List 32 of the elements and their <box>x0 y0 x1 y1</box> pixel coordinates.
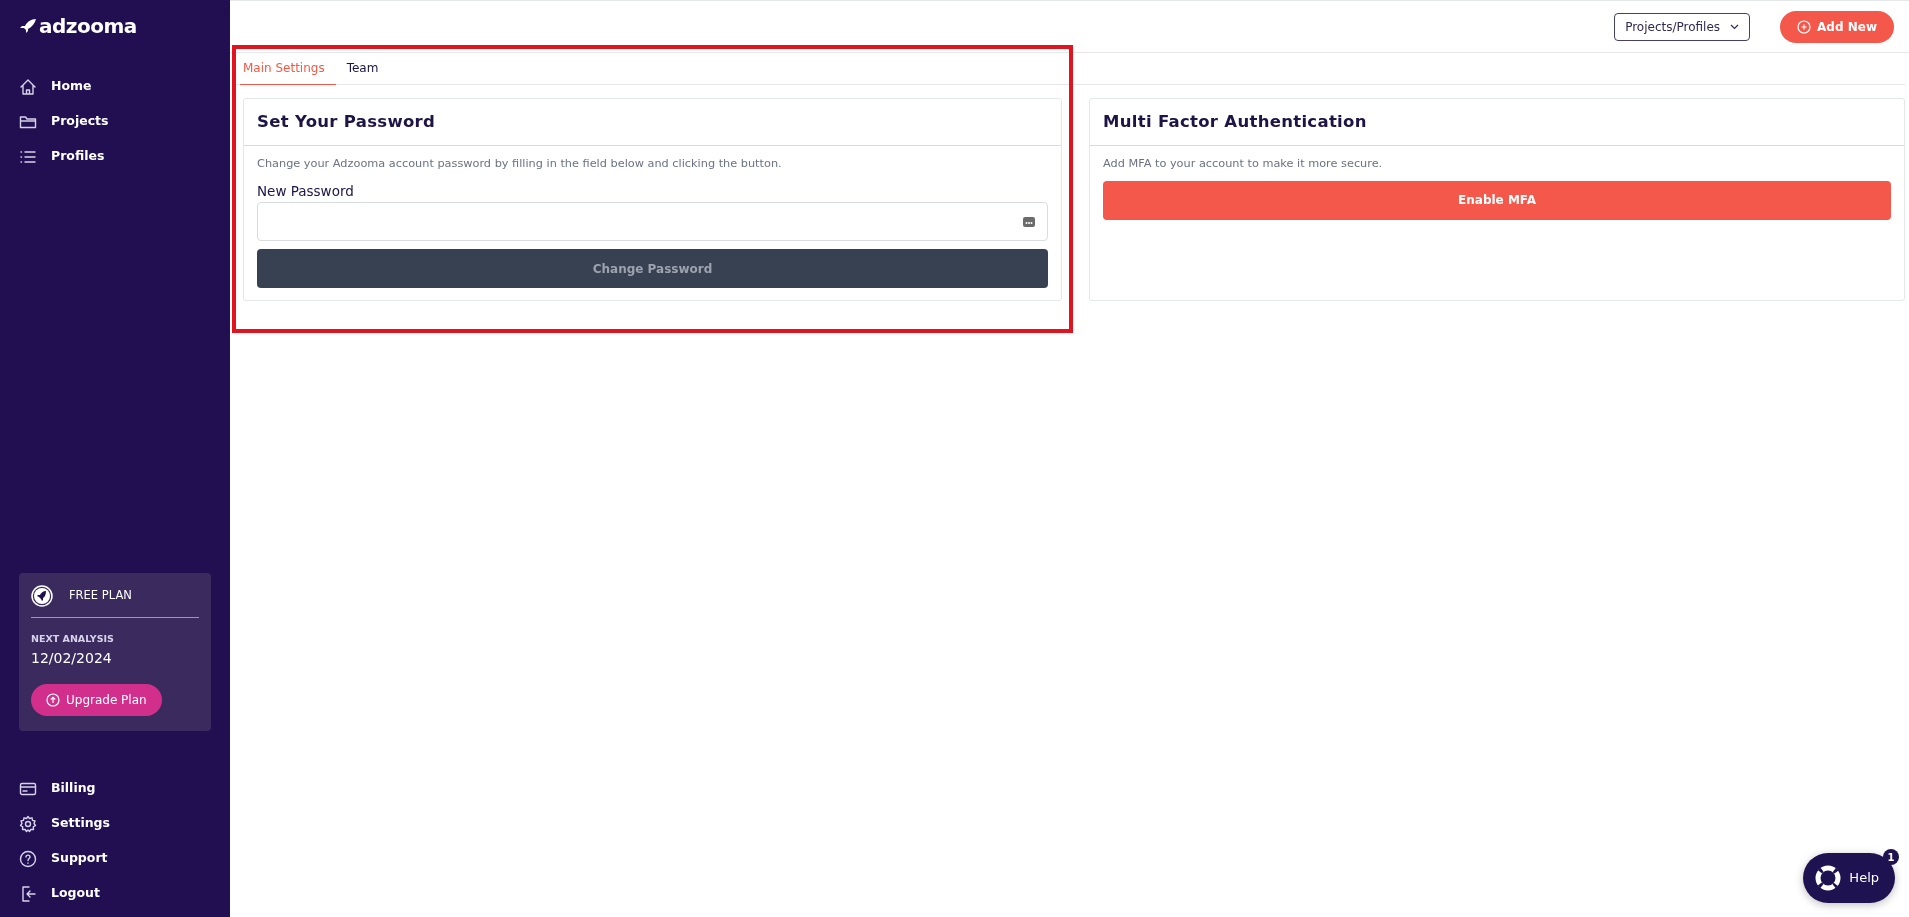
nav-link[interactable]: Profiles <box>19 139 211 174</box>
card-description: Change your Adzooma account password by filling in the field below and clicking the button. <box>257 156 783 172</box>
card-title: Multi Factor Authentication <box>1090 99 1904 146</box>
nav-link[interactable]: Logout <box>19 876 211 911</box>
field-label: New Password <box>257 181 355 201</box>
rocket-icon <box>19 18 37 34</box>
chevron-down-icon <box>1730 23 1740 30</box>
lifebuoy-icon <box>1815 865 1842 891</box>
nav-link[interactable]: Billing <box>19 771 211 806</box>
settings-icon <box>19 814 37 833</box>
upgrade-plan-button[interactable]: Upgrade Plan <box>31 684 162 716</box>
nav-link[interactable]: Settings <box>19 806 211 841</box>
nav-link[interactable]: Support <box>19 841 211 876</box>
next-analysis-date: 12/02/2024 <box>31 649 113 668</box>
arrow-up-circle-icon <box>46 693 60 707</box>
logo-text: adzooma <box>39 16 137 36</box>
password-manager-icon[interactable] <box>1023 216 1035 227</box>
card-title: Set Your Password <box>244 99 1061 146</box>
plan-name: FREE PLAN <box>69 587 132 605</box>
plus-circle-icon <box>1797 19 1812 34</box>
next-analysis-label: NEXT ANALYSIS <box>31 631 115 646</box>
tab[interactable]: Team <box>335 53 390 85</box>
password-field[interactable] <box>257 202 1048 242</box>
nav-link[interactable]: Projects <box>19 104 211 139</box>
rocket-badge-icon <box>31 584 53 607</box>
projects-dropdown[interactable]: Projects/Profiles <box>1614 12 1751 41</box>
home-icon <box>19 77 37 96</box>
nav-link[interactable]: Home <box>19 69 211 104</box>
logout-icon <box>19 884 37 903</box>
card-description: Add MFA to your account to make it more secure. <box>1103 156 1384 172</box>
notification-badge: 1 <box>1883 849 1899 865</box>
help-icon <box>19 849 37 868</box>
